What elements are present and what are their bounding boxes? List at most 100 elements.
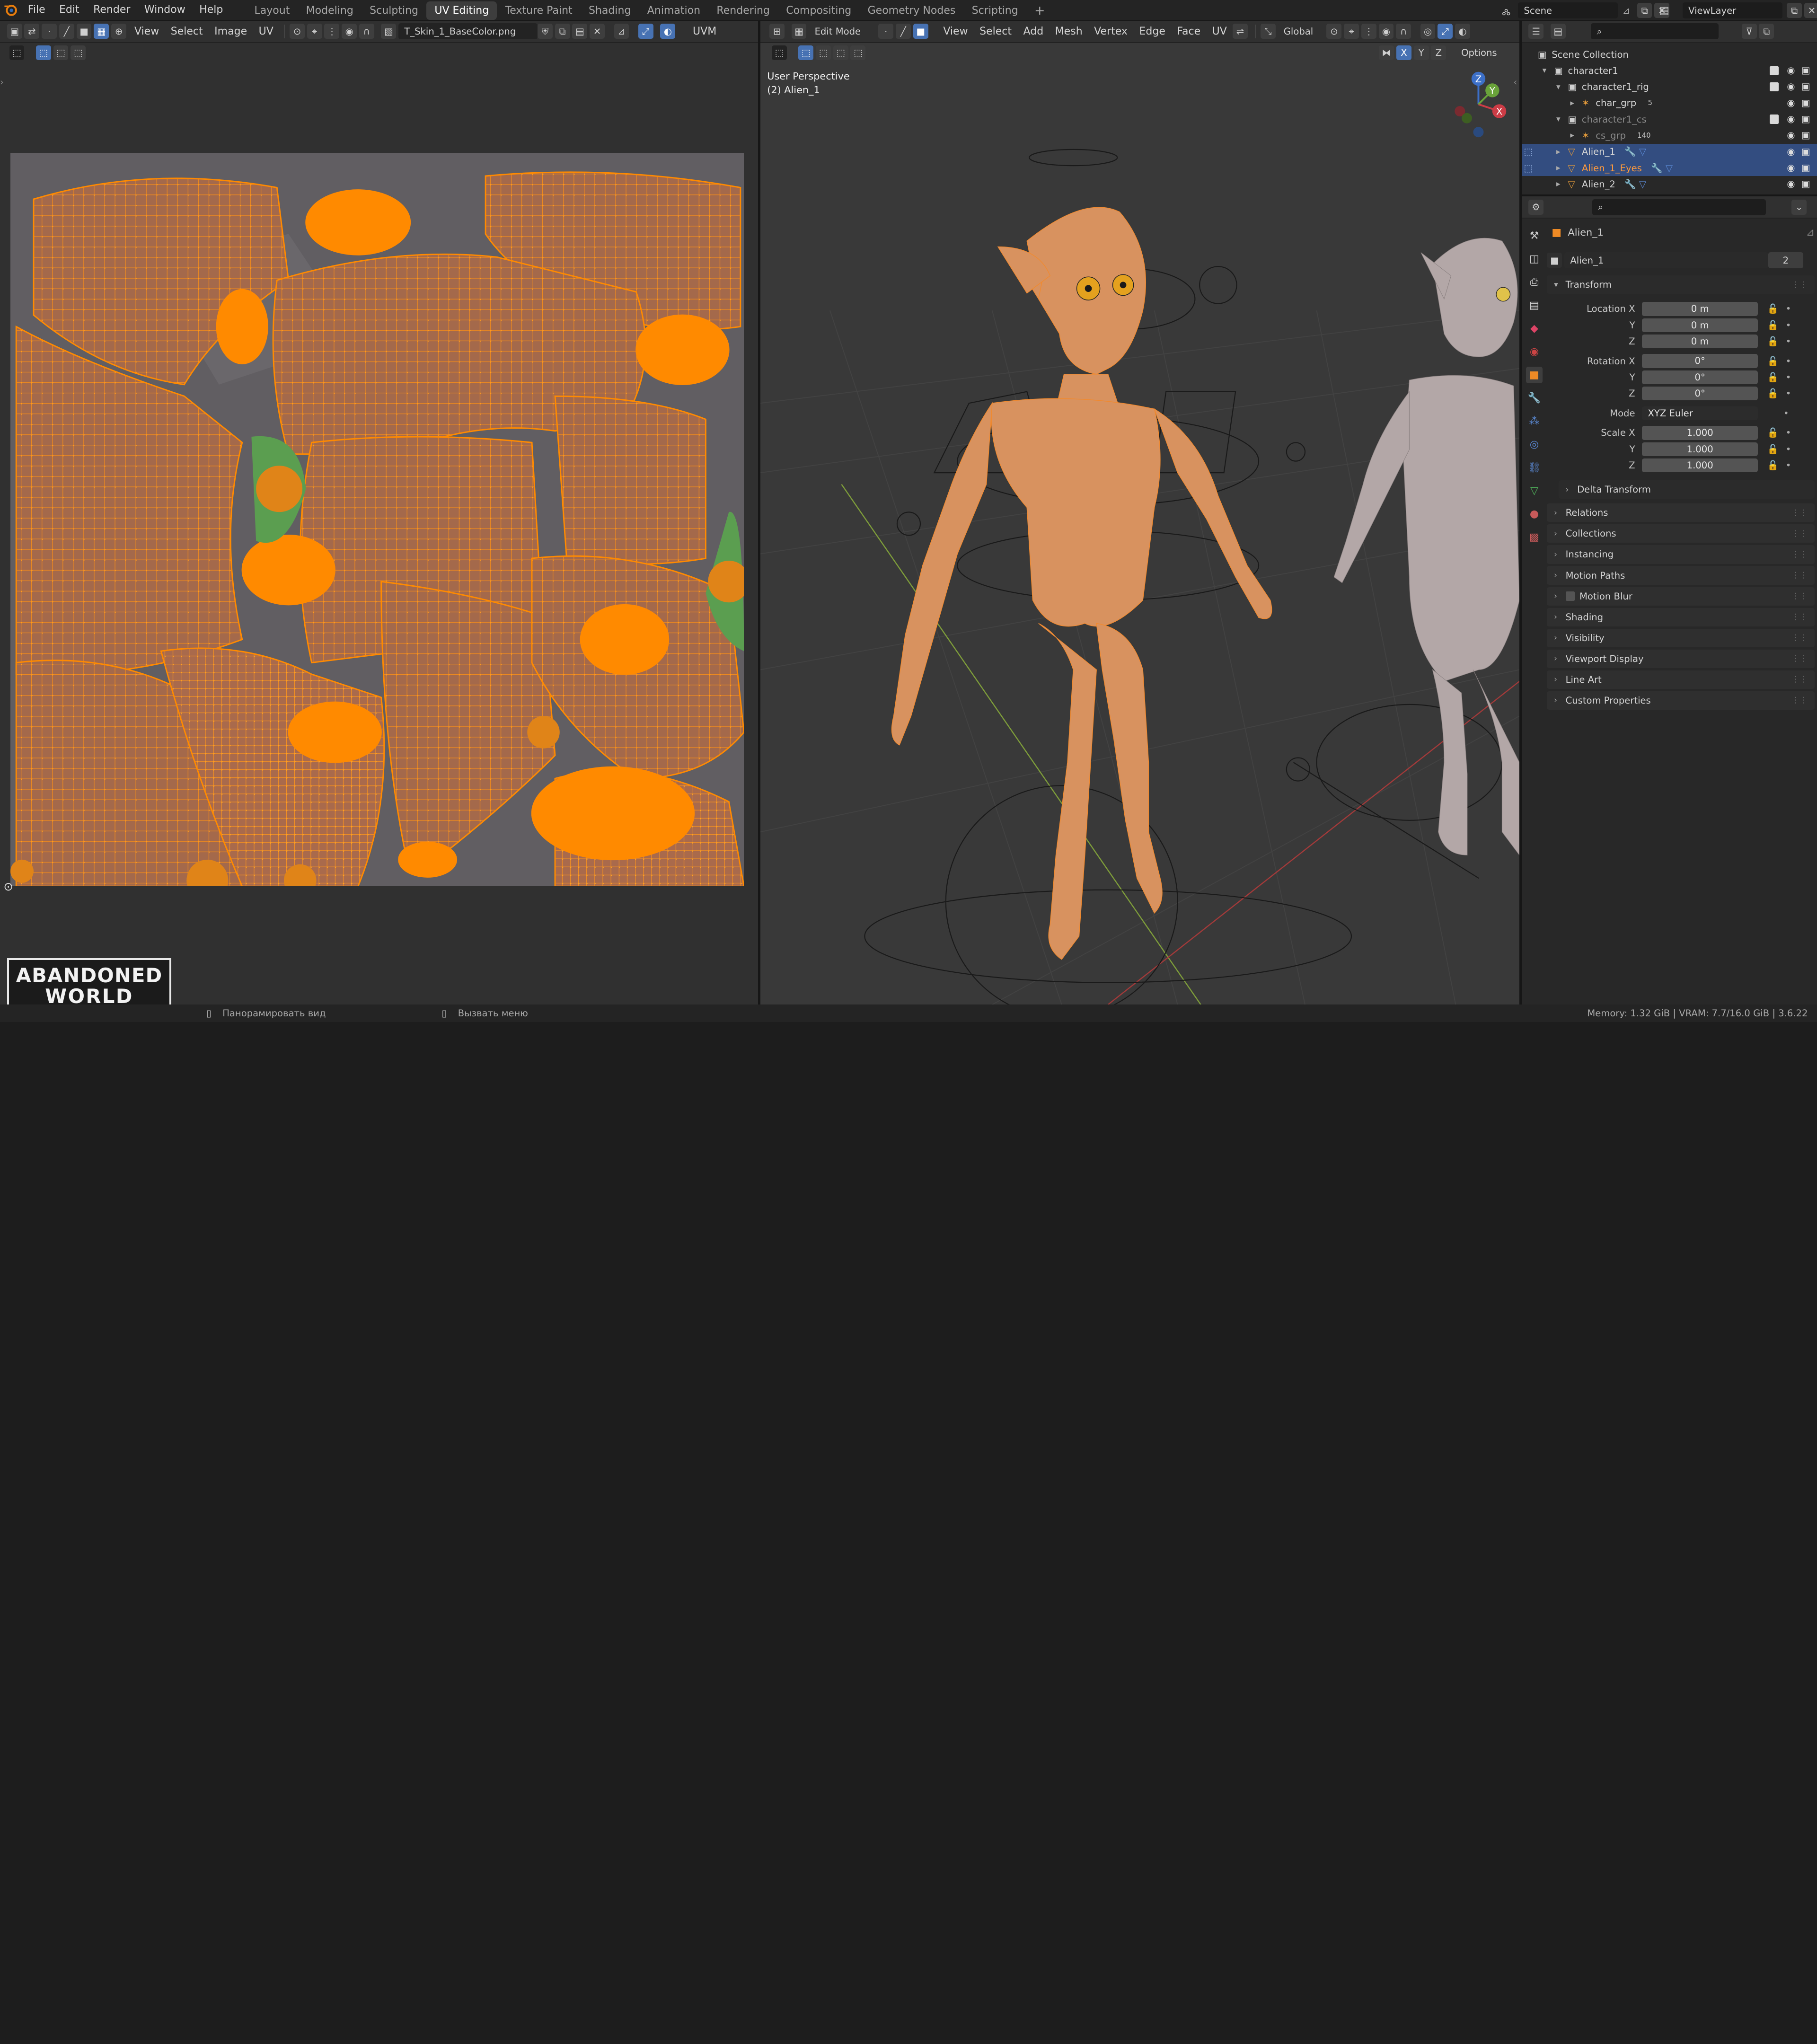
- panel-motion-paths[interactable]: › Motion Paths ⋮⋮: [1547, 566, 1815, 585]
- panel-motion-blur[interactable]: › Motion Blur ⋮⋮: [1547, 587, 1815, 606]
- keyframe-icon[interactable]: •: [1786, 303, 1791, 314]
- drag-handle-icon[interactable]: ⋮⋮: [1791, 654, 1808, 663]
- eye-icon[interactable]: ◉: [1787, 81, 1795, 92]
- drag-handle-icon[interactable]: ⋮⋮: [1791, 280, 1808, 290]
- scene-field[interactable]: Scene: [1518, 2, 1618, 19]
- rotation-z-field[interactable]: 0°: [1642, 386, 1758, 401]
- overlay-toggle-icon[interactable]: ◐: [660, 24, 676, 39]
- pivot-icon[interactable]: ⊙: [290, 24, 305, 39]
- panel-instancing[interactable]: › Instancing ⋮⋮: [1547, 545, 1815, 564]
- tab-animation[interactable]: Animation: [639, 1, 709, 20]
- filter-icon[interactable]: ⊽: [1741, 24, 1757, 39]
- navigation-gizmo[interactable]: Z Y X: [1444, 67, 1513, 141]
- pin-icon[interactable]: ⊿: [1623, 5, 1630, 16]
- outliner-row[interactable]: ▸ ▽ Alien_2 🔧 ▽ ◉ ▣: [1522, 176, 1817, 192]
- view-layer-field[interactable]: ViewLayer: [1682, 2, 1782, 19]
- keyframe-icon[interactable]: •: [1786, 388, 1791, 399]
- output-tab-icon[interactable]: ⎙: [1526, 274, 1542, 290]
- select-box-tool-icon[interactable]: ⬚: [9, 45, 25, 61]
- pin-image-icon[interactable]: ⊿: [614, 24, 629, 39]
- uv-canvas[interactable]: [10, 153, 744, 887]
- keyframe-icon[interactable]: •: [1786, 460, 1791, 471]
- drag-handle-icon[interactable]: ⋮⋮: [1791, 591, 1808, 601]
- editor-type-icon[interactable]: ▣: [7, 24, 22, 39]
- exclude-checkbox[interactable]: [1769, 66, 1779, 76]
- keyframe-icon[interactable]: •: [1786, 444, 1791, 455]
- drag-handle-icon[interactable]: ⋮⋮: [1791, 550, 1808, 559]
- view-layer-selector[interactable]: ▤ ViewLayer ⧉ ✕: [1659, 2, 1817, 19]
- drag-handle-icon[interactable]: ⋮⋮: [1791, 508, 1808, 518]
- scene-selector[interactable]: 🝆 Scene ⊿ ⧉ ✕: [1502, 2, 1672, 19]
- object-tab-icon[interactable]: ■: [1526, 367, 1543, 383]
- drag-handle-icon[interactable]: ⋮⋮: [1791, 696, 1808, 705]
- menu-edit[interactable]: Edit: [52, 0, 86, 20]
- exclude-checkbox[interactable]: [1769, 82, 1779, 92]
- keyframe-icon[interactable]: •: [1783, 408, 1789, 419]
- rotation-y-field[interactable]: 0°: [1642, 370, 1758, 385]
- mesh-data-tab-icon[interactable]: ▽: [1526, 483, 1542, 499]
- drag-handle-icon[interactable]: ⋮⋮: [1791, 571, 1808, 580]
- camera-icon[interactable]: ▣: [1801, 162, 1810, 173]
- tab-sculpting[interactable]: Sculpting: [362, 1, 426, 20]
- drag-handle-icon[interactable]: ⋮⋮: [1791, 529, 1808, 538]
- expand-arrow-icon[interactable]: ▸: [1570, 98, 1581, 108]
- texture-tab-icon[interactable]: ▩: [1526, 529, 1542, 545]
- panel-shading[interactable]: › Shading ⋮⋮: [1547, 608, 1815, 626]
- tool-tab-icon[interactable]: ⚒: [1526, 228, 1542, 244]
- keyframe-icon[interactable]: •: [1786, 320, 1791, 331]
- pin-icon[interactable]: ⊿: [1806, 227, 1815, 238]
- rotation-x-field[interactable]: 0°: [1642, 354, 1758, 368]
- camera-icon[interactable]: ▣: [1801, 146, 1810, 157]
- fake-user-icon[interactable]: ⛨: [538, 24, 553, 39]
- open-image-icon[interactable]: ▤: [572, 24, 588, 39]
- outliner-row[interactable]: ▾ ▣ character1_cs ◉ ▣: [1522, 111, 1817, 127]
- new-scene-icon[interactable]: ⧉: [1637, 3, 1652, 18]
- physics-tab-icon[interactable]: ◎: [1526, 436, 1542, 452]
- material-tab-icon[interactable]: ●: [1526, 506, 1542, 522]
- particles-tab-icon[interactable]: ⁂: [1526, 413, 1542, 429]
- expand-arrow-icon[interactable]: ▸: [1556, 179, 1568, 189]
- camera-icon[interactable]: ▣: [1801, 81, 1810, 92]
- tab-compositing[interactable]: Compositing: [778, 1, 859, 20]
- cursor-2d-icon[interactable]: ⊙: [3, 880, 13, 893]
- modifier-tab-icon[interactable]: 🔧: [1526, 390, 1542, 406]
- keyframe-icon[interactable]: •: [1786, 427, 1791, 438]
- eye-icon[interactable]: ◉: [1787, 178, 1795, 189]
- camera-icon[interactable]: ▣: [1801, 178, 1810, 189]
- object-browse-icon[interactable]: ■: [1547, 253, 1562, 268]
- panel-relations[interactable]: › Relations ⋮⋮: [1547, 503, 1815, 522]
- outliner-row[interactable]: ▸ ▽ Alien_1 🔧 ▽ ◉ ▣ ⬚: [1521, 143, 1817, 160]
- new-collection-icon[interactable]: ⧉: [1759, 24, 1774, 39]
- image-browse-icon[interactable]: ▧: [381, 24, 397, 39]
- outliner-editor-icon[interactable]: ☰: [1528, 24, 1544, 39]
- eye-icon[interactable]: ◉: [1787, 162, 1795, 173]
- lock-icon[interactable]: 🔓: [1767, 444, 1779, 455]
- eye-icon[interactable]: ◉: [1787, 97, 1795, 108]
- snap-icon[interactable]: ⌖: [307, 24, 322, 39]
- transform-panel-header[interactable]: ▾ Transform ⋮⋮: [1547, 275, 1815, 294]
- keyframe-icon[interactable]: •: [1786, 372, 1791, 383]
- tab-uv-editing[interactable]: UV Editing: [426, 1, 497, 20]
- sidebar-expand-icon[interactable]: ‹: [1513, 77, 1517, 88]
- new-image-icon[interactable]: ⧉: [555, 24, 570, 39]
- mode-extend-icon[interactable]: ⬚: [53, 45, 69, 61]
- constraints-tab-icon[interactable]: ⛓: [1526, 459, 1542, 476]
- edit-mode-toggle-icon[interactable]: ⬚: [1524, 146, 1533, 157]
- exclude-checkbox[interactable]: [1769, 115, 1779, 124]
- properties-editor-icon[interactable]: ⚙: [1528, 199, 1544, 215]
- mode-set-icon[interactable]: ⬚: [35, 45, 51, 61]
- menu-file[interactable]: File: [21, 0, 52, 20]
- location-z-field[interactable]: 0 m: [1642, 334, 1758, 349]
- uv-menu-select[interactable]: Select: [165, 26, 208, 37]
- panel-viewport-display[interactable]: › Viewport Display ⋮⋮: [1547, 649, 1815, 668]
- camera-icon[interactable]: ▣: [1801, 114, 1810, 124]
- image-name-field[interactable]: T_Skin_1_BaseColor.png: [398, 23, 538, 40]
- add-workspace-button[interactable]: +: [1026, 1, 1053, 20]
- expand-arrow-icon[interactable]: ▾: [1543, 66, 1554, 75]
- lock-icon[interactable]: 🔓: [1767, 460, 1779, 471]
- lock-icon[interactable]: 🔓: [1767, 303, 1779, 314]
- sync-selection-icon[interactable]: ⇄: [24, 24, 40, 39]
- toolbar-expand-icon[interactable]: ›: [0, 77, 4, 88]
- proportional-icon[interactable]: ◉: [342, 24, 357, 39]
- tab-layout[interactable]: Layout: [246, 1, 298, 20]
